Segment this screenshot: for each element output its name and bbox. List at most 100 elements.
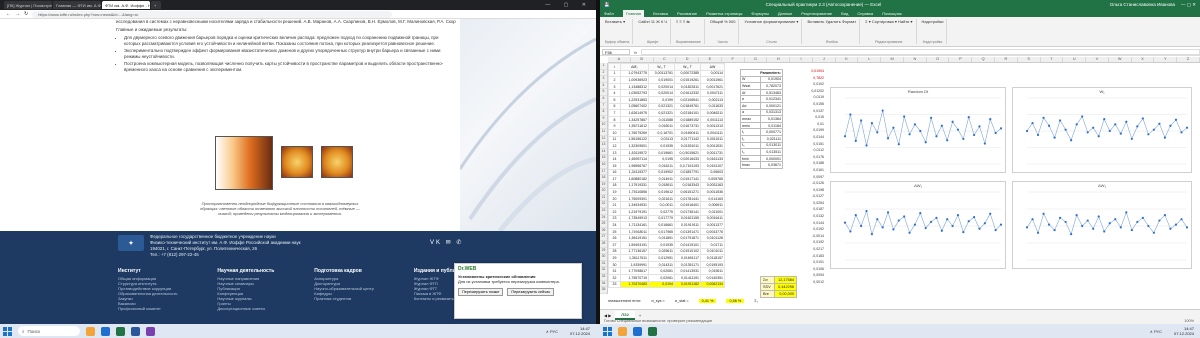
table-cell[interactable]: 0,0101128 (700, 234, 725, 243)
zoom-level[interactable]: 100% (1184, 319, 1194, 323)
windows-start-icon[interactable] (603, 326, 612, 336)
table-cell[interactable]: 0,00114 (700, 69, 725, 78)
row-header[interactable]: 33 (600, 274, 607, 281)
row-header[interactable]: 1 (600, 63, 607, 70)
table-cell[interactable]: 0,02775 (648, 208, 675, 216)
table-cell[interactable]: 0,01791871 (674, 234, 701, 243)
table-cell[interactable]: 0,01916401 (674, 201, 701, 210)
cell-value[interactable]: 0,01 (790, 122, 824, 129)
file-explorer-icon[interactable] (86, 326, 95, 336)
table-cell[interactable]: 0,0011536 (700, 188, 725, 196)
cell-value[interactable]: 0,01904 (790, 69, 824, 76)
table-cell[interactable]: 1,34119377 (620, 168, 649, 177)
column-header[interactable]: S (1018, 57, 1041, 62)
table-cell[interactable]: 32 (608, 274, 621, 282)
column-header[interactable]: X (1132, 57, 1155, 62)
row-header[interactable]: 4 (600, 83, 607, 90)
cell-value[interactable]: 0,0192 (790, 240, 824, 247)
excel-icon[interactable] (116, 326, 125, 336)
table-cell[interactable]: 0,02061 (648, 267, 675, 275)
ribbon-tab[interactable]: Справка (857, 11, 873, 16)
error-cell[interactable]: measurement error: (608, 299, 641, 303)
column-header[interactable]: D (676, 57, 700, 62)
column-header[interactable]: F (722, 57, 745, 62)
row-header[interactable]: 27 (600, 234, 607, 242)
row-header[interactable]: 22 (600, 201, 607, 209)
table-cell[interactable]: 2 (608, 76, 621, 84)
chart[interactable]: ΔW₂ (1012, 181, 1192, 269)
param-value[interactable]: 0,000121 (760, 101, 783, 110)
column-header[interactable]: A (608, 57, 631, 62)
table-cell[interactable]: 1,75110856 (620, 188, 649, 196)
cell-value[interactable]: 0,0101 (790, 260, 824, 267)
new-tab-button[interactable]: + (151, 1, 161, 9)
table-cell[interactable]: 1,55711612 (620, 122, 649, 130)
stats-table[interactable]: Σσ 12,17584 SSV 0,442296 Bre 0,00,000 (760, 276, 797, 298)
header-cell[interactable]: Δf/f₀ (620, 63, 649, 71)
param-value[interactable]: 0,021111 (760, 134, 783, 143)
table-cell[interactable]: 4 (608, 89, 621, 97)
browser-tab[interactable]: [ПК] Журнал | Посмотреть весь ст... (4, 1, 52, 9)
column-header[interactable]: O (927, 57, 950, 62)
cell-value[interactable]: 0,0132 (790, 214, 824, 221)
cell-value[interactable]: 0,0102 (790, 82, 824, 89)
table-cell[interactable]: 0,02016433 (674, 155, 701, 163)
row-header[interactable]: 34 (600, 281, 607, 288)
table-cell[interactable]: 0,01910102 (674, 247, 701, 256)
reload-icon[interactable]: ↻ (24, 11, 28, 17)
ribbon-tab[interactable]: Помощник (882, 11, 902, 16)
table-cell[interactable]: 5 (608, 95, 621, 104)
table-cell[interactable]: 1,96556767 (620, 161, 649, 170)
table-cell[interactable]: 0,01411191 (674, 274, 701, 282)
ribbon-button[interactable]: Условное форматирование ▾ (744, 19, 798, 24)
cell-value[interactable]: 0,0106 (790, 267, 824, 274)
row-header[interactable]: 2 (600, 70, 607, 77)
row-header[interactable]: 29 (600, 248, 607, 255)
table-cell[interactable]: 0,0041111 (700, 128, 725, 137)
header-cell[interactable]: W₂, T (674, 63, 701, 71)
table-cell[interactable]: 0,02184101 (674, 109, 701, 117)
table-cell[interactable]: 1 (608, 69, 621, 78)
table-cell[interactable]: 0,0195 (648, 155, 675, 163)
table-cell[interactable]: 1,77098617 (620, 267, 649, 275)
table-cell[interactable]: 1,62614975 (620, 109, 649, 117)
ribbon-button[interactable]: ≡ ≡ ≡ ⇆ (676, 19, 701, 24)
error-cell[interactable]: 0,56 % (726, 299, 745, 303)
table-cell[interactable]: 1,00936923 (620, 76, 649, 84)
table-cell[interactable]: 0,0011113 (700, 115, 725, 124)
table-cell[interactable]: 33 (608, 280, 621, 289)
table-cell[interactable]: 0,00072385 (674, 69, 701, 78)
row-header[interactable]: 16 (600, 162, 607, 169)
row-header[interactable]: 26 (600, 228, 607, 235)
social-icons[interactable]: VK ✉ ✆ (430, 239, 463, 246)
table-cell[interactable]: 23 (608, 214, 621, 223)
table-cell[interactable]: 11 (608, 135, 621, 144)
table-cell[interactable]: 16 (608, 168, 621, 177)
cell-value[interactable]: 0,01202 (790, 89, 824, 96)
header-cell[interactable]: ΔW (700, 63, 725, 71)
ribbon-tab[interactable]: Вид (841, 11, 848, 16)
row-header[interactable]: 17 (600, 169, 607, 176)
table-cell[interactable]: 1,53119572 (620, 148, 649, 157)
table-cell[interactable]: 0,01351171 (674, 260, 701, 269)
table-cell[interactable]: 0,03113 (648, 135, 675, 144)
row-header[interactable]: 7 (600, 103, 607, 110)
column-header[interactable]: E (699, 57, 722, 62)
row-header[interactable]: 21 (600, 195, 607, 202)
param-title[interactable]: Parameters: (740, 69, 783, 77)
table-cell[interactable]: 14 (608, 155, 621, 163)
table-cell[interactable]: 0,019612 (648, 188, 675, 196)
row-header[interactable]: 15 (600, 155, 607, 162)
table-cell[interactable]: 0,0031163 (700, 181, 725, 190)
param-name[interactable]: fmax (740, 161, 761, 169)
table-cell[interactable]: 0,01935 (648, 142, 675, 150)
param-value[interactable]: 0,000771 (760, 128, 783, 136)
windows-start-icon[interactable] (3, 326, 12, 336)
table-cell[interactable]: 0,014311 (648, 260, 675, 269)
table-cell[interactable]: 30 (608, 260, 621, 269)
table-cell[interactable]: 0,011001 (700, 208, 725, 216)
restart-later-button[interactable]: Перезагрузить позже (458, 288, 504, 296)
file-explorer-icon[interactable] (618, 326, 627, 336)
table-cell[interactable]: 0,025611 (648, 247, 675, 256)
table-cell[interactable]: 0,015511 (700, 267, 725, 275)
